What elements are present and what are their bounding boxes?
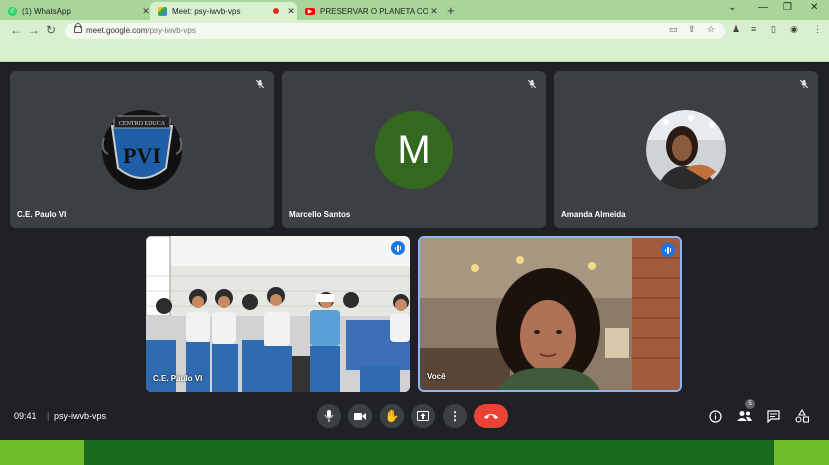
minimize-icon[interactable]: — [758, 2, 768, 13]
url-text: meet.google.com/psy-iwvb-vps [86, 26, 196, 35]
participant-name: C.E. Paulo VI [17, 210, 67, 219]
tab-whatsapp[interactable]: ✆ (1) WhatsApp ✕ [0, 2, 152, 20]
meeting-time: 09:41 [14, 411, 37, 421]
extensions-icon[interactable]: ♟ [732, 24, 740, 35]
camera-indicator-icon[interactable]: ▭ [669, 24, 678, 35]
tab-title: (1) WhatsApp [22, 6, 71, 16]
avatar-letter: M [397, 127, 431, 172]
address-bar[interactable]: meet.google.com/psy-iwvb-vps [65, 23, 725, 39]
close-icon[interactable]: ✕ [428, 6, 440, 17]
tab-title: PRESERVAR O PLANETA COM O... [320, 6, 428, 16]
crest-text: CENTRO EDUCA [119, 121, 166, 127]
self-video-tile[interactable]: Você [418, 236, 682, 392]
tab-bar: ✆ (1) WhatsApp ✕ Meet: psy-iwvb-vps ✕ ▶ … [0, 0, 829, 20]
participant-tile[interactable]: Amanda Almeida [554, 71, 818, 228]
back-icon[interactable]: ← [10, 23, 22, 37]
meet-icon [158, 6, 167, 16]
taskbar-segment [84, 440, 774, 465]
present-screen-icon [417, 411, 429, 421]
microphone-icon [324, 410, 334, 422]
participant-name: Você [427, 372, 446, 381]
profile-photo-avatar [646, 110, 726, 190]
people-icon [736, 411, 752, 421]
end-call-icon [484, 414, 498, 419]
camera-button[interactable] [348, 404, 372, 428]
restore-icon[interactable]: ❐ [783, 2, 792, 13]
bookmark-star-icon[interactable]: ☆ [707, 24, 715, 35]
youtube-icon: ▶ [305, 7, 315, 15]
tab-title: Meet: psy-iwvb-vps [172, 6, 241, 16]
school-crest-avatar: CENTRO EDUCA PVI [101, 110, 183, 190]
separator: | [47, 411, 50, 421]
mic-off-icon [799, 79, 809, 89]
meeting-code: psy-iwvb-vps [54, 411, 107, 421]
crest-letters: PVI [123, 143, 161, 168]
activities-icon [795, 409, 809, 423]
self-video [420, 238, 680, 390]
recording-icon [273, 8, 279, 14]
meeting-details-button[interactable] [707, 408, 723, 424]
tab-youtube[interactable]: ▶ PRESERVAR O PLANETA COM O... ✕ [297, 2, 440, 20]
reload-icon[interactable]: ↻ [46, 23, 56, 37]
url-path: /psy-iwvb-vps [147, 26, 196, 35]
participant-name: C.E. Paulo VI [153, 374, 203, 383]
people-count-badge: 5 [745, 399, 755, 409]
participant-name: Amanda Almeida [561, 210, 626, 219]
mic-off-icon [255, 79, 265, 89]
close-icon[interactable]: ✕ [285, 6, 297, 17]
taskbar-segment [774, 440, 829, 465]
lock-icon [74, 23, 82, 33]
more-vert-icon: ⋮ [449, 409, 461, 423]
chat-button[interactable] [765, 408, 781, 424]
camera-icon [354, 412, 366, 420]
tab-meet[interactable]: Meet: psy-iwvb-vps ✕ [150, 2, 297, 20]
video-tile[interactable]: C.E. Paulo VI [146, 236, 410, 392]
more-options-button[interactable]: ⋮ [443, 404, 467, 428]
leave-call-button[interactable] [474, 404, 508, 428]
microphone-button[interactable] [317, 404, 341, 428]
hand-icon: ✋ [384, 409, 400, 423]
raise-hand-button[interactable]: ✋ [380, 404, 404, 428]
close-window-icon[interactable]: ✕ [810, 2, 818, 13]
chevron-down-icon[interactable]: ⌄ [728, 2, 736, 13]
speaking-indicator-icon [391, 241, 405, 255]
classroom-video [146, 236, 410, 392]
participant-tile[interactable]: M Marcello Santos [282, 71, 546, 228]
present-button[interactable] [411, 404, 435, 428]
activities-button[interactable] [794, 408, 810, 424]
chat-icon [766, 409, 780, 423]
speaking-indicator-icon [661, 243, 675, 257]
participant-name: Marcello Santos [289, 210, 351, 219]
new-tab-icon[interactable]: + [447, 3, 455, 18]
info-icon [708, 409, 722, 423]
people-button[interactable] [736, 408, 752, 424]
taskbar [0, 440, 829, 465]
menu-icon[interactable]: ⋮ [813, 24, 822, 35]
whatsapp-icon: ✆ [8, 6, 17, 16]
taskbar-segment [0, 440, 84, 465]
bookmark-bar [0, 42, 829, 62]
url-host: meet.google.com [86, 26, 148, 35]
share-icon[interactable]: ⇪ [688, 24, 696, 35]
mic-off-icon [527, 79, 537, 89]
media-control-icon[interactable]: ≡ [751, 24, 756, 34]
forward-icon[interactable]: → [28, 23, 40, 37]
side-panel-icon[interactable]: ▯ [771, 24, 776, 35]
letter-avatar: M [375, 111, 453, 189]
profile-icon[interactable]: ◉ [790, 24, 798, 35]
participant-tile[interactable]: CENTRO EDUCA PVI C.E. Paulo VI [10, 71, 274, 228]
